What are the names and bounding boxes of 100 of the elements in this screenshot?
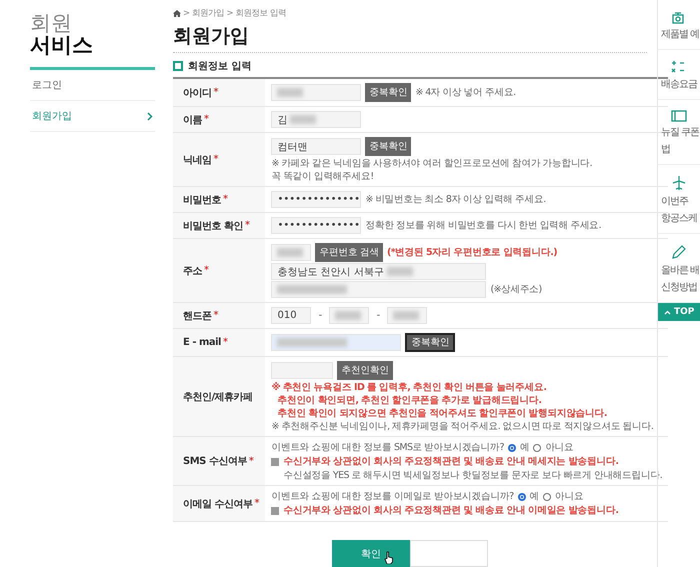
text-field[interactable] [271,84,362,101]
option-label[interactable]: 아니요 [545,441,574,454]
warning-text: 추천인 확인이 되지않으면 추천인을 적어주셔도 할인쿠폰이 발행되지않습니다. [276,407,608,420]
field-label: 비밀번호 [183,194,221,206]
blurred-text [277,285,348,294]
page-title: 회원가입 [173,23,647,53]
quick-menu-label[interactable]: 이번주 [661,194,688,208]
sidebar-item[interactable]: 로그인 [30,70,155,102]
required-mark: * [214,87,218,98]
pencil-icon [671,244,687,260]
blurred-text [386,267,413,276]
alert-text: (*변경된 5자리 우편번호로 입력됩니다.) [387,246,558,259]
option-label[interactable]: 예 [530,490,540,503]
text-field[interactable] [271,244,312,261]
warning-text: ※ 추천인 뉴욕걸즈 ID 를 입력후, 추천인 확인 버튼을 눌러주세요. [271,381,548,394]
hint-text: ※ 카페와 같은 닉네임을 사용하셔야 여러 할인프로모션에 참여가 가능합니다. [271,157,594,170]
caret-icon [664,310,671,314]
required-mark: * [248,456,254,466]
required-mark: * [214,310,218,321]
cancel-button[interactable] [410,540,488,567]
breadcrumb: > 회원가입 > 회원정보 입력 [183,8,286,19]
math-symbols-icon [671,60,685,74]
blurred-text [277,88,304,97]
airplane-icon [671,175,687,191]
field-label: 핸드폰 [183,310,212,322]
separator-text: - [376,310,382,321]
section-title: 서비스 [30,34,93,58]
quick-menu-label[interactable]: 법 [661,142,670,156]
hint-text: 정확한 정보를 위해 비밀번호를 다시 한번 입력해 주세요. [365,219,602,232]
hint-text: ※ 비밀번호는 최소 8자 이상 입력해 주세요. [365,193,546,206]
warning-text: 추천인이 확인되면, 추천인 할인쿠폰을 추가로 발급해드립니다. [276,394,542,407]
field-label: 주소 [183,264,202,278]
field-label: 이름 [183,114,202,126]
warning-text: 수신거부와 상관없이 회사의 주요정책관련 및 배송료 안내 메세지는 발송됩니다. [283,455,618,468]
quick-menu-label[interactable]: 뉴질 쿠폰 [661,125,700,139]
top-button[interactable]: TOP [658,303,700,321]
blurred-text [277,248,304,257]
hint-text: (※상세주소) [490,283,542,296]
text-field[interactable] [329,307,370,324]
blurred-text [277,338,348,347]
hand-cursor-icon [384,551,394,564]
text-field[interactable] [271,334,402,351]
text-field[interactable] [271,281,486,298]
text-field[interactable]: 010 [271,307,312,324]
text-field[interactable]: •••••••••••••• [271,191,362,208]
ticket-icon [671,110,687,122]
quick-menu-label[interactable]: 항공스케 [661,211,697,225]
field-label: 추천인/제휴카페 [183,390,253,404]
blurred-text [393,311,420,320]
required-mark: * [222,337,228,348]
quick-menu-label[interactable]: 신청방법 [661,280,697,294]
text-field[interactable] [387,307,428,324]
required-mark: * [204,114,209,125]
blurred-text [335,311,362,320]
quick-menu-label[interactable]: 배송요금 [661,77,697,91]
radio-button[interactable] [543,492,552,500]
required-mark: * [204,265,209,276]
referral-check-button[interactable]: 추천인확인 [337,361,393,380]
quick-menu-label[interactable]: 제품별 예 [661,27,700,41]
text-field[interactable]: 김 [271,111,362,128]
text-field[interactable]: 컴터맨 [271,138,362,155]
check-duplicate-button[interactable]: 중복확인 [365,137,412,156]
field-label: 아이디 [183,86,212,100]
postcode-search-button[interactable]: 우편번호 검색 [315,243,384,262]
hint-text: ※ 추천해주신분 닉네임이나, 제휴카페명을 적어주세요. 없으시면 따로 적지않으셔도 됩니다. [271,420,654,433]
field-label: 이메일 수신여부 [183,498,252,510]
radio-button[interactable] [533,444,542,452]
question-text: 이벤트와 쇼핑에 대한 정보를 SMS로 받아보시겠습니까? [271,441,504,454]
option-label[interactable]: 예 [520,441,530,454]
hint-text: ※ 4자 이상 넣어 주세요. [415,86,516,99]
home-icon [173,10,181,16]
radio-button[interactable] [508,444,516,452]
quick-menu-label[interactable]: 올바른 배 [661,263,700,277]
separator-text: - [318,310,324,321]
notice-icon [271,506,280,514]
chevron-icon [147,112,153,121]
hint-text: 꼭 똑같이 입력해주세요! [271,170,375,183]
required-mark: * [223,194,228,205]
field-label: E - mail [183,337,221,348]
radio-button[interactable] [518,492,526,500]
required-mark: * [214,154,218,165]
text-field[interactable]: •••••••••••••• [271,217,362,234]
section-title: 회원 [30,12,72,34]
square-icon [173,61,183,71]
check-duplicate-button[interactable]: 중복확인 [365,83,412,102]
field-label: 닉네임 [183,154,212,166]
warning-text: 수신거부와 상관없이 회사의 주요정책관련 및 배송료 안내 이메일은 발송됩니다. [283,504,618,517]
sidebar-item[interactable]: 회원가입 [30,101,155,132]
question-text: 이벤트와 쇼핑에 대한 정보를 이메일로 받아보시겠습니까? [271,490,514,503]
confirm-button[interactable]: 확인 [332,540,410,567]
required-mark: * [244,220,250,231]
option-label[interactable]: 아니요 [555,490,584,503]
field-label: SMS 수신여부 [183,455,247,468]
hint-text: 수신설정을 YES 로 해두시면 빅세일정보나 핫딜정보를 문자로 보다 빠르게 안내해드립니다. [282,469,662,482]
check-duplicate-button[interactable]: 중복확인 [405,333,456,352]
text-field[interactable]: 충청남도 천안시 서북구 [271,263,486,280]
notice-icon [271,458,280,466]
required-mark: * [254,498,260,509]
blurred-text [290,115,316,124]
text-field[interactable] [271,362,334,379]
